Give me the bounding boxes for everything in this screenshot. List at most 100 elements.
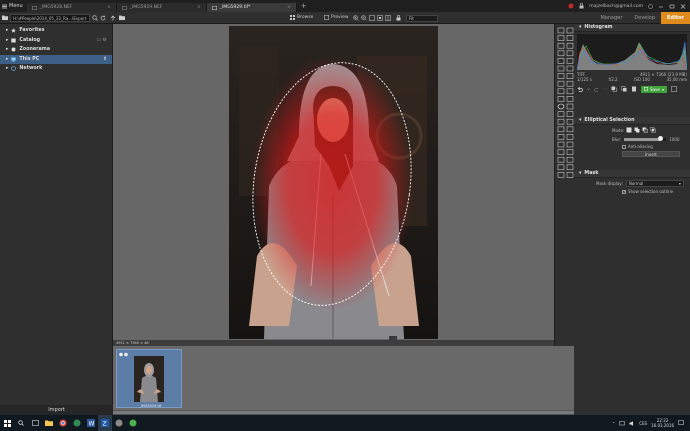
taskbar-app-green[interactable] — [126, 415, 140, 431]
mode-intersect-icon[interactable] — [650, 127, 656, 133]
sort-icon[interactable]: ⇕ — [103, 57, 112, 62]
image-canvas[interactable] — [113, 24, 554, 340]
adjust-tool-icon[interactable] — [566, 164, 574, 171]
path-input[interactable]: H:\#People\2014_05_22_Ra...\Export — [10, 14, 90, 22]
nav-item-zoonerama[interactable]: ▸ Zoonerama — [0, 45, 112, 55]
add-tab-button[interactable]: + — [297, 2, 311, 10]
mode-add-icon[interactable] — [634, 127, 640, 133]
tab-develop[interactable]: Develop — [628, 12, 661, 24]
blur-slider[interactable] — [624, 136, 667, 141]
folder-open-icon[interactable] — [119, 15, 125, 20]
collapse-icon[interactable]: ▾ — [579, 118, 581, 123]
histogram-header[interactable]: ▾ Histogram — [574, 24, 690, 32]
browse-button[interactable]: Browse — [290, 15, 313, 20]
layers-icon[interactable] — [611, 86, 617, 92]
catalog-actions[interactable]: ▭ ⚙ — [96, 38, 112, 43]
close-icon[interactable]: × — [287, 5, 291, 10]
volume-icon[interactable] — [629, 420, 635, 426]
stamp-tool-icon[interactable] — [557, 149, 565, 155]
panorama-tool-icon[interactable] — [566, 172, 574, 178]
blur-tool-icon[interactable] — [566, 118, 574, 125]
zoom-100-icon[interactable] — [377, 15, 383, 21]
mask-header[interactable]: ▾ Mask — [574, 170, 690, 178]
preview-button[interactable]: Preview — [324, 15, 349, 20]
taskbar-app-orb[interactable] — [70, 415, 84, 431]
thumbnail[interactable]: _IMG5929.tif — [116, 349, 182, 408]
levels-tool-icon[interactable] — [557, 134, 565, 140]
frame-tool-icon[interactable] — [557, 156, 565, 163]
invert-button[interactable]: Invert — [622, 151, 680, 157]
dodge-tool-icon[interactable] — [557, 80, 565, 87]
taskbar-app-gray[interactable] — [112, 415, 126, 431]
save-dropdown-icon[interactable]: ▾ — [662, 86, 664, 93]
move-tool-icon[interactable] — [557, 27, 565, 34]
redo-menu-icon[interactable] — [604, 86, 607, 92]
redeye-tool-icon[interactable] — [566, 96, 574, 102]
filter-tool-icon[interactable] — [566, 134, 574, 140]
language-indicator[interactable]: CES — [639, 421, 647, 426]
rect-select-tool-icon[interactable] — [557, 50, 565, 57]
maximize-icon[interactable] — [669, 4, 675, 9]
paste-icon[interactable] — [631, 86, 637, 92]
sharpen-tool-icon[interactable] — [557, 118, 565, 125]
search-icon[interactable] — [92, 15, 98, 21]
watermark-tool-icon[interactable] — [566, 149, 574, 155]
folder-icon[interactable] — [2, 15, 8, 20]
taskbar-explorer[interactable] — [42, 415, 56, 431]
ruler-tool-icon[interactable] — [557, 42, 565, 49]
menu-button[interactable]: Menu — [0, 0, 27, 12]
expand-icon[interactable]: ▸ — [6, 47, 8, 52]
refresh-icon[interactable] — [100, 15, 106, 21]
tab-manager[interactable]: Manager — [594, 12, 628, 24]
save-button[interactable]: Save ▾ — [641, 85, 667, 93]
text-tool-icon[interactable] — [557, 111, 565, 117]
magic-wand-tool-icon[interactable] — [566, 58, 574, 64]
burn-tool-icon[interactable] — [566, 80, 574, 87]
blur-value[interactable]: 1000 — [669, 137, 679, 142]
expand-icon[interactable]: ▸ — [6, 38, 8, 43]
undo-icon[interactable] — [577, 86, 583, 92]
grid-tool-icon[interactable] — [566, 141, 574, 148]
mode-new-icon[interactable] — [626, 127, 632, 133]
taskbar-chrome[interactable] — [56, 415, 70, 431]
shape-tool-icon[interactable] — [566, 111, 574, 117]
redo-icon[interactable] — [594, 86, 600, 92]
lock-icon[interactable] — [396, 15, 401, 21]
expand-icon[interactable]: ▸ — [6, 57, 8, 62]
transform-tool-icon[interactable] — [566, 50, 574, 57]
tab-1[interactable]: _IMG5929.NEF × — [116, 3, 207, 12]
user-email[interactable]: majzelbach@gmail.com — [589, 4, 643, 9]
mask-display-select[interactable]: Normal ▾ — [625, 179, 684, 187]
border-tool-icon[interactable] — [566, 156, 574, 163]
taskbar-zoner[interactable]: Z — [98, 415, 112, 431]
collapse-icon[interactable]: ▾ — [579, 25, 581, 30]
minimize-icon[interactable] — [658, 4, 664, 9]
blur-slider-handle[interactable] — [657, 136, 663, 141]
tray-chevron-icon[interactable]: ⌃ — [612, 421, 615, 426]
arrow-up-icon[interactable] — [110, 15, 116, 21]
clone-tool-icon[interactable] — [557, 73, 565, 79]
close-icon[interactable]: × — [197, 5, 201, 10]
notification-icon[interactable] — [568, 3, 574, 9]
nav-item-network[interactable]: ▸ Network — [0, 64, 112, 74]
compare-icon[interactable] — [385, 15, 391, 21]
expand-panel-icon[interactable] — [671, 86, 677, 92]
fill-tool-icon[interactable] — [557, 88, 565, 95]
smudge-tool-icon[interactable] — [557, 126, 565, 133]
network-icon[interactable] — [619, 420, 625, 426]
eraser-tool-icon[interactable] — [566, 65, 574, 72]
taskbar-word[interactable]: W — [84, 415, 98, 431]
collapse-icon[interactable]: ▾ — [579, 171, 581, 176]
zoom-in-icon[interactable] — [353, 15, 359, 21]
gradient-tool-icon[interactable] — [566, 88, 574, 95]
import-button[interactable]: Import — [0, 405, 113, 415]
tab-editor[interactable]: Editor — [661, 12, 690, 24]
taskbar-search[interactable] — [14, 415, 28, 431]
notifications-icon[interactable] — [678, 420, 684, 426]
lasso-tool-icon[interactable] — [557, 58, 565, 64]
copy-icon[interactable] — [621, 86, 627, 92]
antialiasing-checkbox[interactable] — [622, 144, 626, 149]
clock[interactable]: 22:22 16.03.2016 — [651, 418, 674, 428]
hand-tool-icon[interactable] — [566, 35, 574, 41]
straighten-tool-icon[interactable] — [566, 42, 574, 49]
